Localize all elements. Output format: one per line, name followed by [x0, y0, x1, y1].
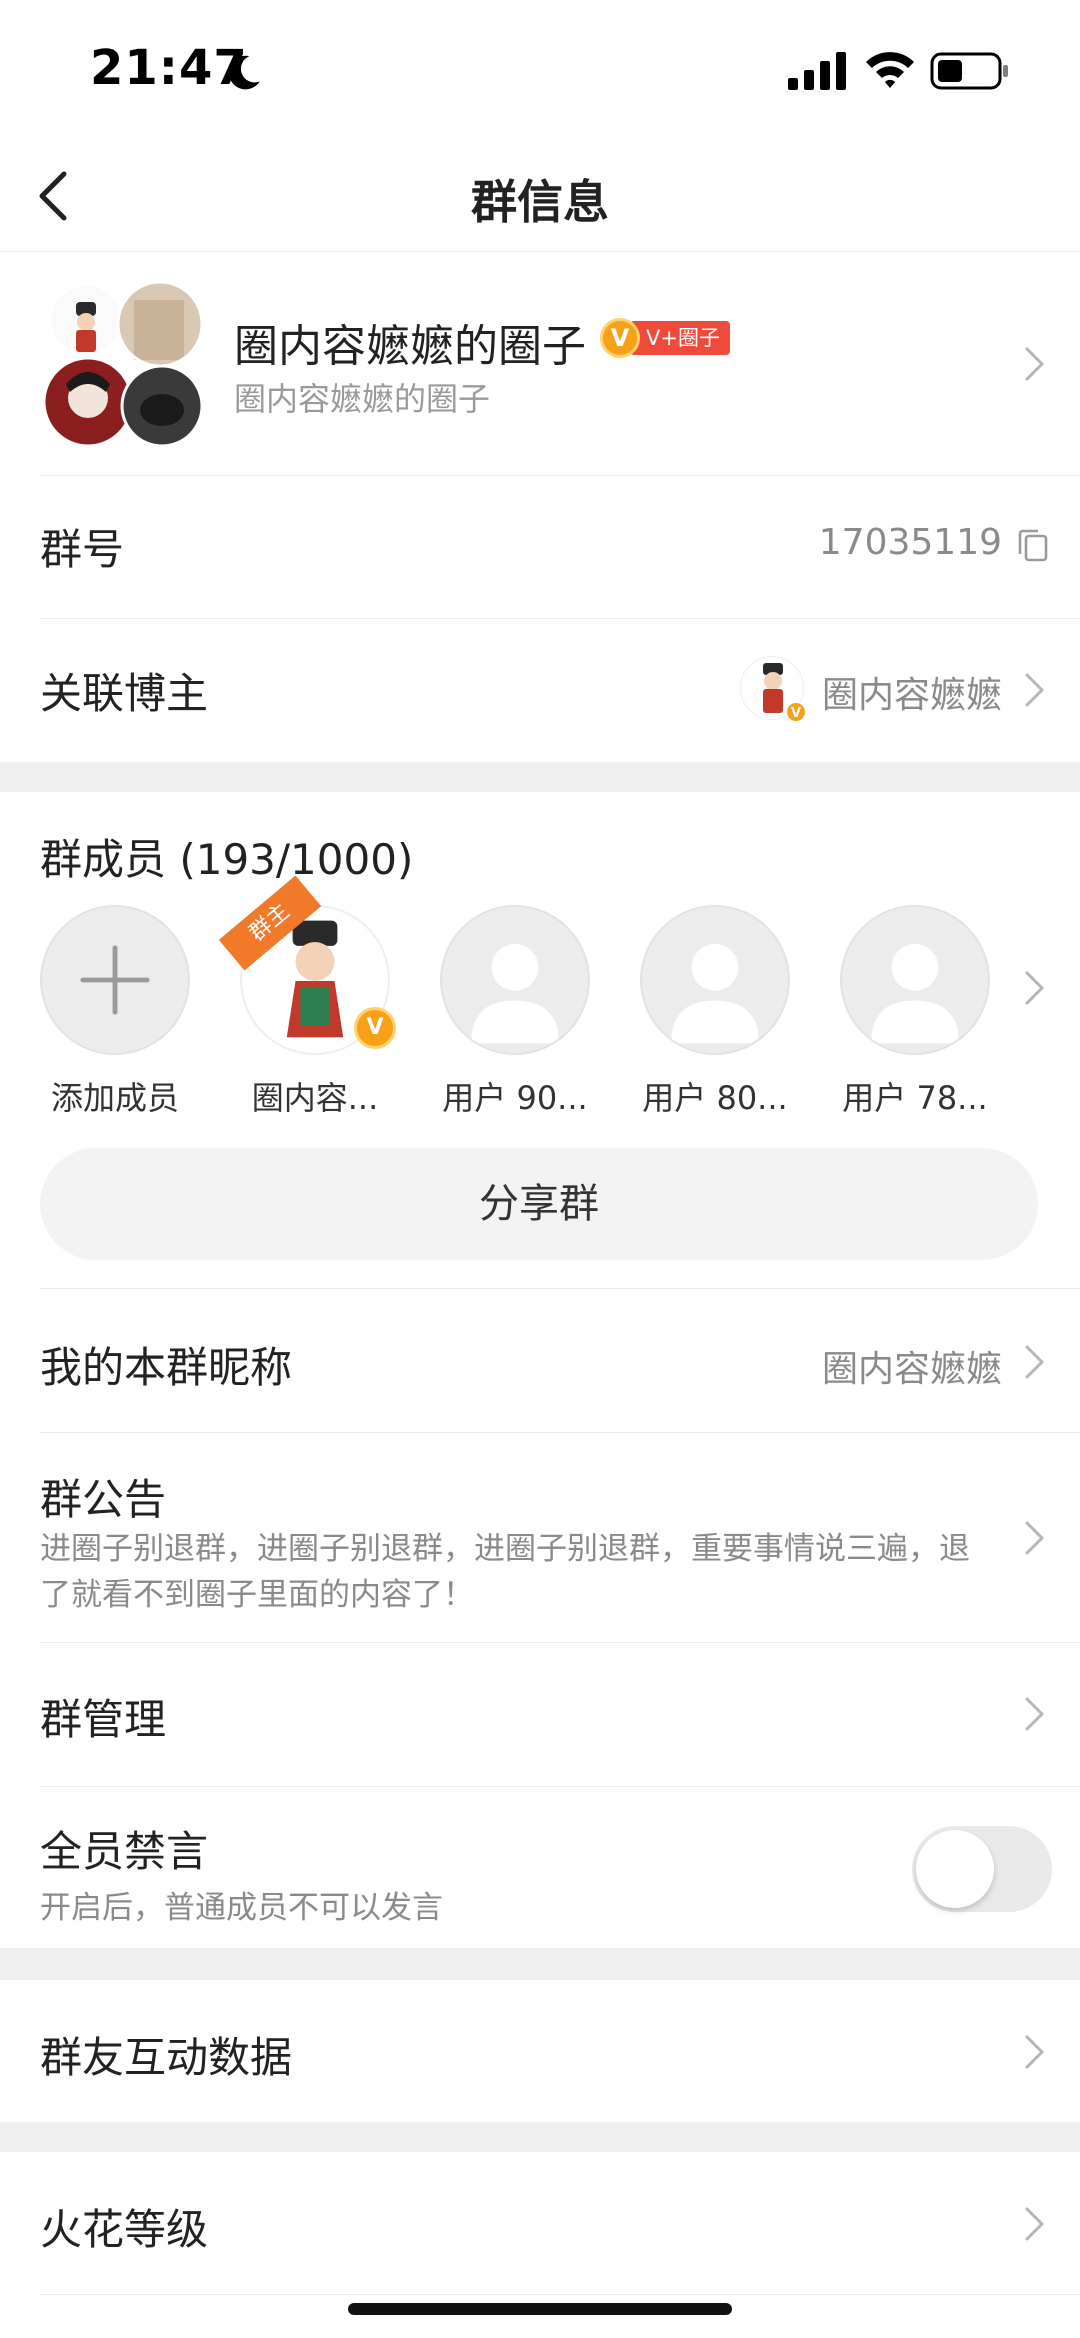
- page-title: 群信息: [471, 175, 609, 229]
- status-bar: 21:47: [0, 0, 1080, 140]
- linked-blogger-value: 圈内容嬷嬷: [821, 675, 1002, 716]
- section-gap: [0, 2122, 1080, 2152]
- plus-icon: [80, 945, 150, 1015]
- default-avatar-icon: [471, 943, 559, 1044]
- chevron-right-icon: [1025, 2035, 1044, 2069]
- wifi-icon: [866, 52, 914, 88]
- nav-bar: 群信息: [0, 140, 1080, 252]
- chevron-right-icon: [1025, 1345, 1044, 1379]
- group-name: 圈内容嬷嬷的圈子: [234, 321, 586, 372]
- mute-all-label: 全员禁言: [40, 1827, 209, 1876]
- share-group-button[interactable]: 分享群: [40, 1148, 1038, 1260]
- members-title: 群成员 (193/1000): [40, 835, 414, 884]
- nickname-value: 圈内容嬷嬷: [821, 1349, 1002, 1390]
- chevron-right-icon: [1025, 347, 1044, 381]
- group-number-label: 群号: [40, 525, 125, 574]
- member-avatar: 群主 V: [218, 875, 396, 1055]
- verified-v-icon: V: [354, 1007, 396, 1049]
- vplus-badge-label: V+圈子: [630, 321, 730, 355]
- blogger-verified-icon: V: [785, 701, 807, 723]
- add-member-circle: [40, 905, 190, 1055]
- mute-all-sub: 开启后，普通成员不可以发言: [40, 1890, 443, 1926]
- spark-label: 火花等级: [40, 2205, 209, 2254]
- member-avatar: [440, 905, 590, 1055]
- group-number-value: 17035119: [818, 522, 1002, 563]
- group-avatar-collage: [42, 280, 204, 448]
- members-more-chevron-icon[interactable]: [1022, 968, 1048, 1008]
- default-avatar-icon: [871, 943, 959, 1044]
- linked-blogger-label: 关联博主: [40, 669, 209, 718]
- verified-v-icon: V: [600, 318, 640, 358]
- chevron-right-icon: [1025, 1521, 1044, 1555]
- home-indicator: [348, 2303, 732, 2315]
- member-name: 圈内容...: [251, 1079, 379, 1117]
- member-item[interactable]: 用户 90...: [440, 905, 590, 1117]
- moon-icon: [228, 55, 260, 90]
- member-avatar: [840, 905, 990, 1055]
- battery-icon: [930, 52, 1008, 90]
- section-gap: [0, 762, 1080, 792]
- group-subtitle: 圈内容嬷嬷的圈子: [234, 380, 491, 418]
- toggle-knob: [916, 1830, 994, 1908]
- interaction-label: 群友互动数据: [40, 2033, 293, 2082]
- nickname-label: 我的本群昵称: [40, 1343, 293, 1392]
- chevron-right-icon: [1025, 673, 1044, 707]
- add-member-button[interactable]: 添加成员: [40, 905, 190, 1117]
- member-name: 用户 80...: [642, 1079, 788, 1117]
- member-name: 用户 90...: [442, 1079, 588, 1117]
- manage-label: 群管理: [40, 1695, 167, 1744]
- member-name: 用户 78...: [842, 1079, 988, 1117]
- copy-icon[interactable]: [1016, 528, 1050, 564]
- vplus-circle-badge: V V+圈子: [600, 318, 730, 358]
- member-owner[interactable]: 群主 V 圈内容...: [218, 875, 396, 1117]
- member-item[interactable]: 用户 78...: [840, 905, 990, 1117]
- member-name: 添加成员: [50, 1079, 179, 1117]
- notice-text: 进圈子别退群，进圈子别退群，进圈子别退群，重要事情说三遍，退了就看不到圈子里面的…: [40, 1531, 970, 1613]
- member-avatar: [640, 905, 790, 1055]
- chevron-right-icon: [1025, 1697, 1044, 1731]
- notice-label: 群公告: [40, 1475, 167, 1524]
- cellular-signal-icon: [788, 52, 846, 90]
- default-avatar-icon: [671, 943, 759, 1044]
- divider: [40, 2294, 1080, 2295]
- member-item[interactable]: 用户 80...: [640, 905, 790, 1117]
- chevron-right-icon: [1025, 2207, 1044, 2241]
- mute-all-toggle[interactable]: [912, 1826, 1052, 1912]
- section-gap: [0, 1948, 1080, 1980]
- blogger-avatar: V: [740, 656, 807, 723]
